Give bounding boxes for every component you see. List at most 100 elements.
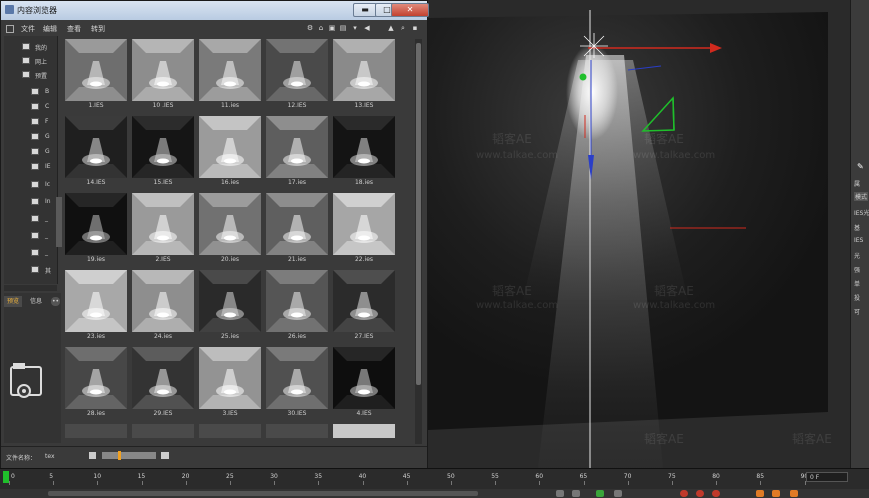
tree-item[interactable]: _	[4, 230, 57, 241]
title-bar[interactable]: 内容浏览器 ▬ □ ✕	[1, 1, 429, 20]
ies-thumbnail[interactable]: 26.ies	[264, 268, 330, 344]
menu-edit[interactable]: 编辑	[43, 24, 57, 34]
close-button[interactable]: ✕	[391, 3, 429, 17]
keyframe-button[interactable]	[712, 490, 720, 497]
ies-preview-image	[333, 193, 395, 255]
autokey-button[interactable]	[696, 490, 704, 497]
attributes-panel: ✎ 属 模式 IES光 基 IES 光 强 单 投 可	[850, 0, 869, 468]
tree-item[interactable]: 其	[4, 264, 57, 275]
ies-thumbnail[interactable]: 17.ies	[264, 114, 330, 190]
ies-thumbnail[interactable]: 1.IES	[63, 37, 129, 113]
tree-item[interactable]: G	[4, 146, 57, 157]
search-icon[interactable]: ⌕	[399, 24, 407, 32]
key-position-button[interactable]	[756, 490, 764, 497]
watermark-brand: 韬客AE	[644, 432, 684, 446]
back-icon[interactable]: ◀	[363, 24, 371, 32]
tree-item[interactable]: IE	[4, 161, 57, 172]
ies-thumbnail[interactable]: 29.IES	[130, 345, 196, 421]
ies-thumbnail[interactable]: 12.IES	[264, 37, 330, 113]
minimize-button[interactable]: ▬	[353, 3, 377, 17]
ies-preview-image	[199, 116, 261, 178]
home-icon[interactable]: ⌂	[317, 24, 325, 32]
timeline-tick-mark	[362, 481, 364, 485]
menu-view[interactable]: 查看	[67, 24, 81, 34]
ies-thumbnail[interactable]: 27.IES	[331, 268, 397, 344]
up-icon[interactable]: ▲	[387, 24, 395, 32]
field-label: IES	[854, 237, 864, 244]
timeline-tick-label: 40	[358, 473, 367, 480]
tree-item[interactable]: 预置	[4, 69, 57, 80]
large-thumb-icon[interactable]	[161, 452, 169, 459]
tab-preview[interactable]: 预览	[4, 296, 23, 307]
lock-icon[interactable]: ▣	[328, 24, 336, 32]
ies-preview-image	[333, 270, 395, 332]
tree-item[interactable]: C	[4, 101, 57, 112]
play-button[interactable]	[596, 490, 604, 497]
ies-thumbnail-partial[interactable]	[264, 422, 330, 441]
tree-horizontal-scrollbar[interactable]	[4, 285, 57, 291]
ies-file-name: 23.ies	[86, 333, 106, 340]
tree-item[interactable]: In	[4, 196, 57, 207]
grid-scrollbar-thumb[interactable]	[416, 43, 421, 385]
ies-thumbnail-partial[interactable]	[197, 422, 263, 441]
ies-thumbnail[interactable]: 19.ies	[63, 191, 129, 267]
go-start-button[interactable]	[556, 490, 564, 497]
timeline-tick-label: 80	[712, 473, 720, 480]
ies-thumbnail[interactable]: 2.IES	[130, 191, 196, 267]
tree-item[interactable]: _	[4, 247, 57, 258]
small-thumb-icon[interactable]	[89, 452, 96, 459]
tree-item[interactable]: 我的	[4, 41, 57, 52]
window-title: 内容浏览器	[17, 6, 57, 15]
ies-preview-image	[65, 347, 127, 409]
menu-file[interactable]: 文件	[21, 24, 35, 34]
next-frame-button[interactable]	[614, 490, 622, 497]
3d-viewport[interactable]: 韬客AE www.talkae.com 韬客AE www.talkae.com …	[428, 0, 850, 468]
view-mode-icon[interactable]: ▤	[339, 24, 347, 32]
timeline[interactable]: 0 5 10 15 20 25 30 35 40 45 50 55 60 65 70 75 80 85 90 0 F	[0, 468, 869, 498]
tree-item[interactable]: F	[4, 116, 57, 127]
ies-thumbnail-partial[interactable]	[63, 422, 129, 441]
pin-icon[interactable]: ✎	[857, 162, 864, 171]
ies-thumbnail[interactable]: 22.ies	[331, 191, 397, 267]
pin-icon[interactable]: ▪	[411, 24, 419, 32]
ies-thumbnail-partial[interactable]	[130, 422, 196, 441]
ies-thumbnail[interactable]: 3.IES	[197, 345, 263, 421]
more-icon[interactable]: ••	[51, 297, 60, 306]
ies-thumbnail[interactable]: 23.ies	[63, 268, 129, 344]
splitter-handle[interactable]	[56, 197, 62, 247]
ies-thumbnail[interactable]: 4.IES	[331, 345, 397, 421]
zoom-slider[interactable]	[102, 452, 156, 459]
ies-thumbnail[interactable]: 28.ies	[63, 345, 129, 421]
tree-item[interactable]: Ic	[4, 179, 57, 190]
tree-item[interactable]: _	[4, 213, 57, 224]
ies-thumbnail[interactable]: 25.ies	[197, 268, 263, 344]
ies-preview-image	[65, 116, 127, 178]
dropdown-icon[interactable]: ▾	[351, 24, 359, 32]
tree-item[interactable]: 网上	[4, 55, 57, 66]
tab-info[interactable]: 信息	[27, 296, 45, 307]
current-frame-field[interactable]: 0 F	[806, 472, 848, 482]
ies-thumbnail[interactable]: 20.ies	[197, 191, 263, 267]
ies-thumbnail[interactable]: 18.ies	[331, 114, 397, 190]
record-button[interactable]	[680, 490, 688, 497]
ies-thumbnail[interactable]: 21.ies	[264, 191, 330, 267]
ies-thumbnail[interactable]: 13.IES	[331, 37, 397, 113]
tree-item[interactable]: B	[4, 86, 57, 97]
key-rotation-button[interactable]	[772, 490, 780, 497]
ies-thumbnail-partial[interactable]	[331, 422, 397, 441]
zoom-slider-handle[interactable]	[118, 451, 121, 460]
ies-thumbnail[interactable]: 10 .IES	[130, 37, 196, 113]
mode-tab[interactable]: 模式	[854, 192, 869, 201]
ies-thumbnail[interactable]: 15.IES	[130, 114, 196, 190]
ies-thumbnail[interactable]: 24.ies	[130, 268, 196, 344]
prev-frame-button[interactable]	[572, 490, 580, 497]
menu-goto[interactable]: 转到	[91, 24, 105, 34]
key-scale-button[interactable]	[790, 490, 798, 497]
ies-thumbnail[interactable]: 16.ies	[197, 114, 263, 190]
range-slider[interactable]	[48, 491, 478, 496]
tree-item[interactable]: G	[4, 131, 57, 142]
settings-icon[interactable]: ⚙	[306, 24, 314, 32]
ies-thumbnail[interactable]: 11.ies	[197, 37, 263, 113]
ies-thumbnail[interactable]: 30.IES	[264, 345, 330, 421]
ies-thumbnail[interactable]: 14.IES	[63, 114, 129, 190]
